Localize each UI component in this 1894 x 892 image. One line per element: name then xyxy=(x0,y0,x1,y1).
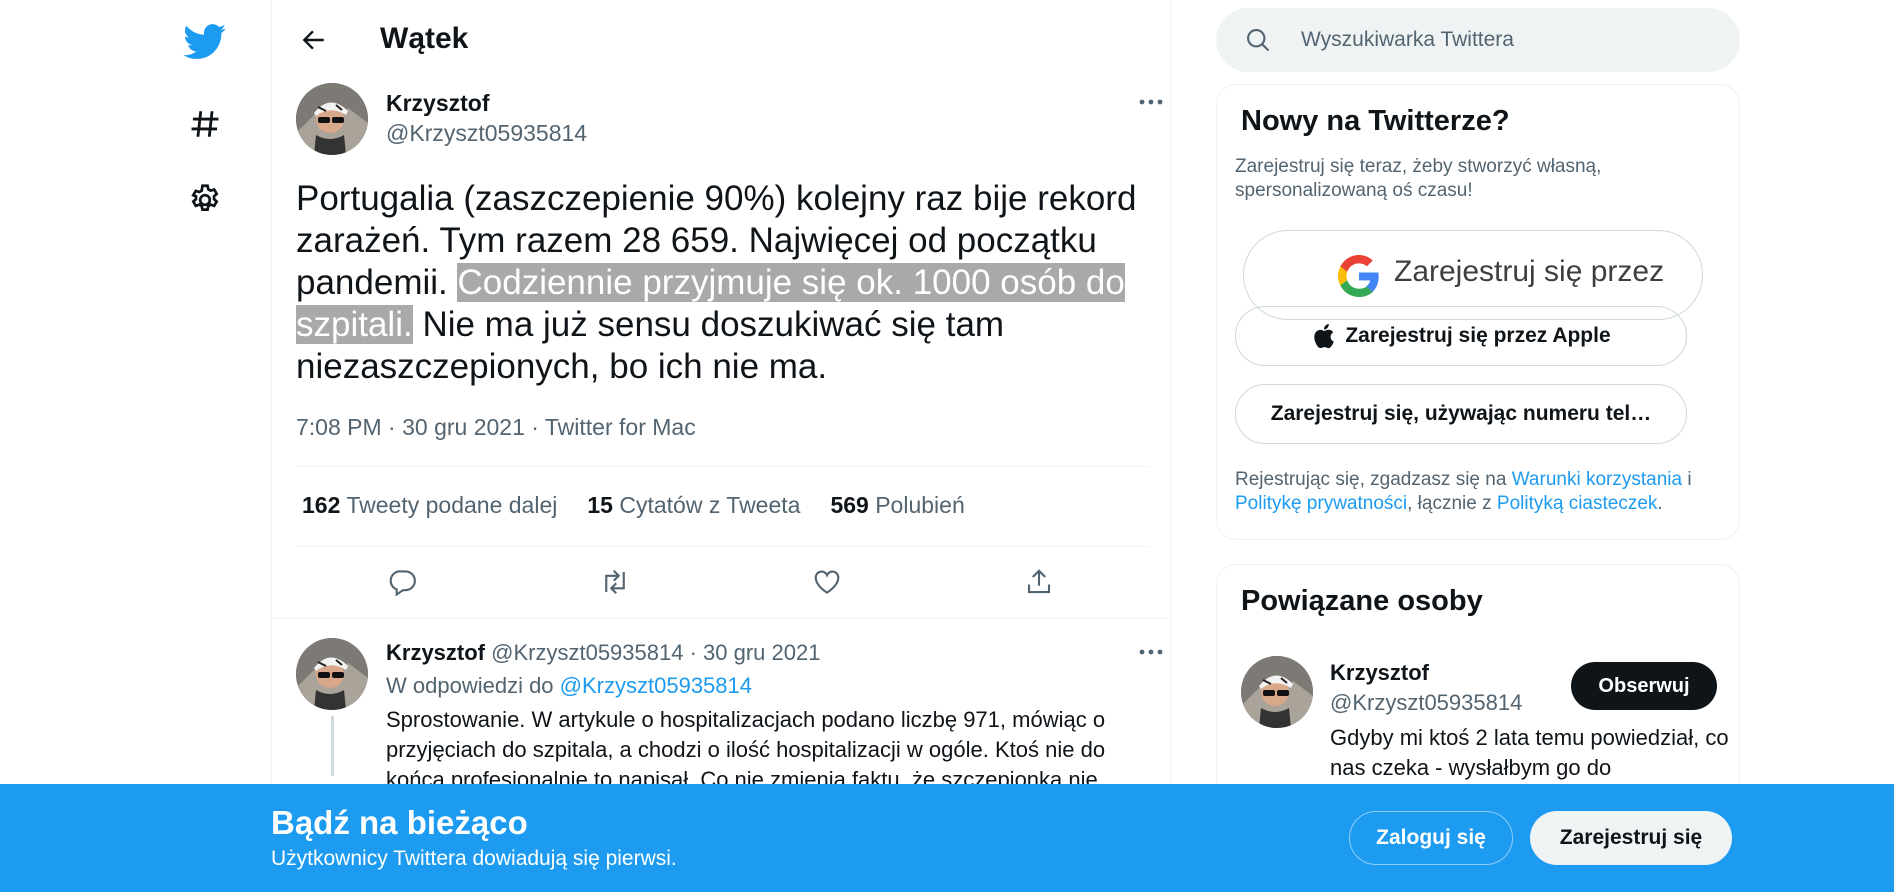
related-person-bio: Gdyby mi ktoś 2 lata temu powiedział, co… xyxy=(1330,725,1729,780)
right-sidebar: Wyszukiwarka Twittera Nowy na Twitterze?… xyxy=(1216,0,1740,892)
likes-stat[interactable]: 569 Polubień xyxy=(830,492,964,519)
heart-icon xyxy=(814,570,840,594)
hashtag-icon[interactable] xyxy=(170,94,240,154)
terms-mid: , łącznie z xyxy=(1407,493,1492,514)
divider xyxy=(296,466,1148,467)
reply-icon xyxy=(389,570,416,597)
follow-button[interactable]: Obserwuj xyxy=(1571,662,1717,710)
terms-and: i xyxy=(1687,469,1692,490)
stat-count: 569 xyxy=(830,492,869,518)
apple-icon xyxy=(1314,324,1335,349)
phone-signup-button[interactable]: Zarejestruj się, używając numeru tel… xyxy=(1235,384,1687,444)
related-person-name[interactable]: Krzysztof xyxy=(1330,660,1429,686)
retweets-stat[interactable]: 162 Tweety podane dalej xyxy=(302,492,557,519)
phone-signup-label: Zarejestruj się, używając numeru tel… xyxy=(1270,402,1652,425)
tweet-timestamp[interactable]: 7:08 PM · 30 gru 2021 · Twitter for Mac xyxy=(296,414,696,441)
search-input[interactable]: Wyszukiwarka Twittera xyxy=(1216,8,1740,72)
stat-label: Cytatów z Tweeta xyxy=(619,492,801,518)
search-placeholder: Wyszukiwarka Twittera xyxy=(1301,28,1514,51)
tweet-text: Portugalia (zaszczepienie 90%) kolejny r… xyxy=(296,178,1156,388)
twitter-logo-icon[interactable] xyxy=(170,12,240,72)
terms-end: . xyxy=(1657,493,1663,514)
stat-count: 15 xyxy=(587,492,613,518)
reply-button[interactable] xyxy=(381,560,425,604)
reply-text: Sprostowanie. W artykule o hospitalizacj… xyxy=(386,707,1106,792)
privacy-link[interactable]: Politykę prywatności xyxy=(1235,493,1407,514)
reply-date[interactable]: 30 gru 2021 xyxy=(703,640,820,665)
author-handle[interactable]: @Krzyszt05935814 xyxy=(386,120,587,147)
more-icon xyxy=(1139,649,1163,655)
reply-header: Krzysztof @Krzyszt05935814 · 30 gru 2021 xyxy=(386,640,821,665)
stat-count: 162 xyxy=(302,492,341,518)
replying-to-link[interactable]: @Krzyszt05935814 xyxy=(560,673,752,698)
share-button[interactable] xyxy=(1017,560,1061,604)
avatar[interactable] xyxy=(296,83,368,155)
replying-to: W odpowiedzi do @Krzyszt05935814 xyxy=(386,673,752,699)
banner-title: Bądź na bieżąco xyxy=(271,804,528,841)
more-options-button[interactable] xyxy=(1131,87,1171,117)
search-icon xyxy=(1247,29,1270,52)
tweet-stats: 162 Tweety podane dalej 15 Cytatów z Twe… xyxy=(302,492,965,519)
signup-card: Nowy na Twitterze? Zarejestruj się teraz… xyxy=(1216,84,1740,540)
terms-prefix: Rejestrując się, zgadzasz się na xyxy=(1235,469,1507,490)
apple-signup-label: Zarejestruj się przez Apple xyxy=(1345,324,1611,347)
retweet-button[interactable] xyxy=(593,560,637,604)
more-icon xyxy=(1139,99,1163,105)
google-signup-label: Zarejestruj się przez xyxy=(1394,255,1665,288)
divider xyxy=(296,546,1148,547)
avatar[interactable] xyxy=(1241,656,1313,728)
signup-card-subtitle: Zarejestruj się teraz, żeby stworzyć wła… xyxy=(1235,156,1602,201)
page-title: Wątek xyxy=(380,22,469,55)
reply-more-options-button[interactable] xyxy=(1131,637,1171,667)
replying-to-label: W odpowiedzi do xyxy=(386,673,554,698)
retweet-icon xyxy=(605,569,625,595)
arrow-left-icon xyxy=(302,30,324,50)
login-button[interactable]: Zaloguj się xyxy=(1349,811,1513,865)
gear-icon[interactable] xyxy=(170,170,240,230)
signup-button[interactable]: Zarejestruj się xyxy=(1530,811,1732,865)
terms-link[interactable]: Warunki korzystania xyxy=(1512,469,1682,490)
avatar[interactable] xyxy=(296,638,368,710)
terms-text: Rejestrując się, zgadzasz się na Warunki… xyxy=(1235,468,1725,516)
stat-label: Polubień xyxy=(875,492,965,518)
signup-card-title: Nowy na Twitterze? xyxy=(1241,105,1510,137)
related-people-title: Powiązane osoby xyxy=(1241,585,1483,617)
left-nav xyxy=(170,0,240,892)
cookies-link[interactable]: Polityką ciasteczek xyxy=(1497,493,1658,514)
related-person-handle[interactable]: @Krzyszt05935814 xyxy=(1330,690,1522,716)
reply-author-handle[interactable]: @Krzyszt05935814 xyxy=(491,640,683,665)
stat-label: Tweety podane dalej xyxy=(346,492,558,518)
share-icon xyxy=(1027,569,1051,594)
thread-line xyxy=(331,716,334,776)
author-name[interactable]: Krzysztof xyxy=(386,90,490,117)
like-button[interactable] xyxy=(805,560,849,604)
main-column: Wątek Krzysztof @Krzyszt05935814 Portuga… xyxy=(271,0,1172,892)
banner-subtitle: Użytkownicy Twittera dowiadują się pierw… xyxy=(271,847,677,870)
apple-signup-button[interactable]: Zarejestruj się przez Apple xyxy=(1235,306,1687,366)
quotes-stat[interactable]: 15 Cytatów z Tweeta xyxy=(587,492,800,519)
reply-author-name[interactable]: Krzysztof xyxy=(386,640,485,665)
divider xyxy=(272,618,1172,619)
google-icon xyxy=(1338,255,1379,297)
back-button[interactable] xyxy=(292,18,336,62)
